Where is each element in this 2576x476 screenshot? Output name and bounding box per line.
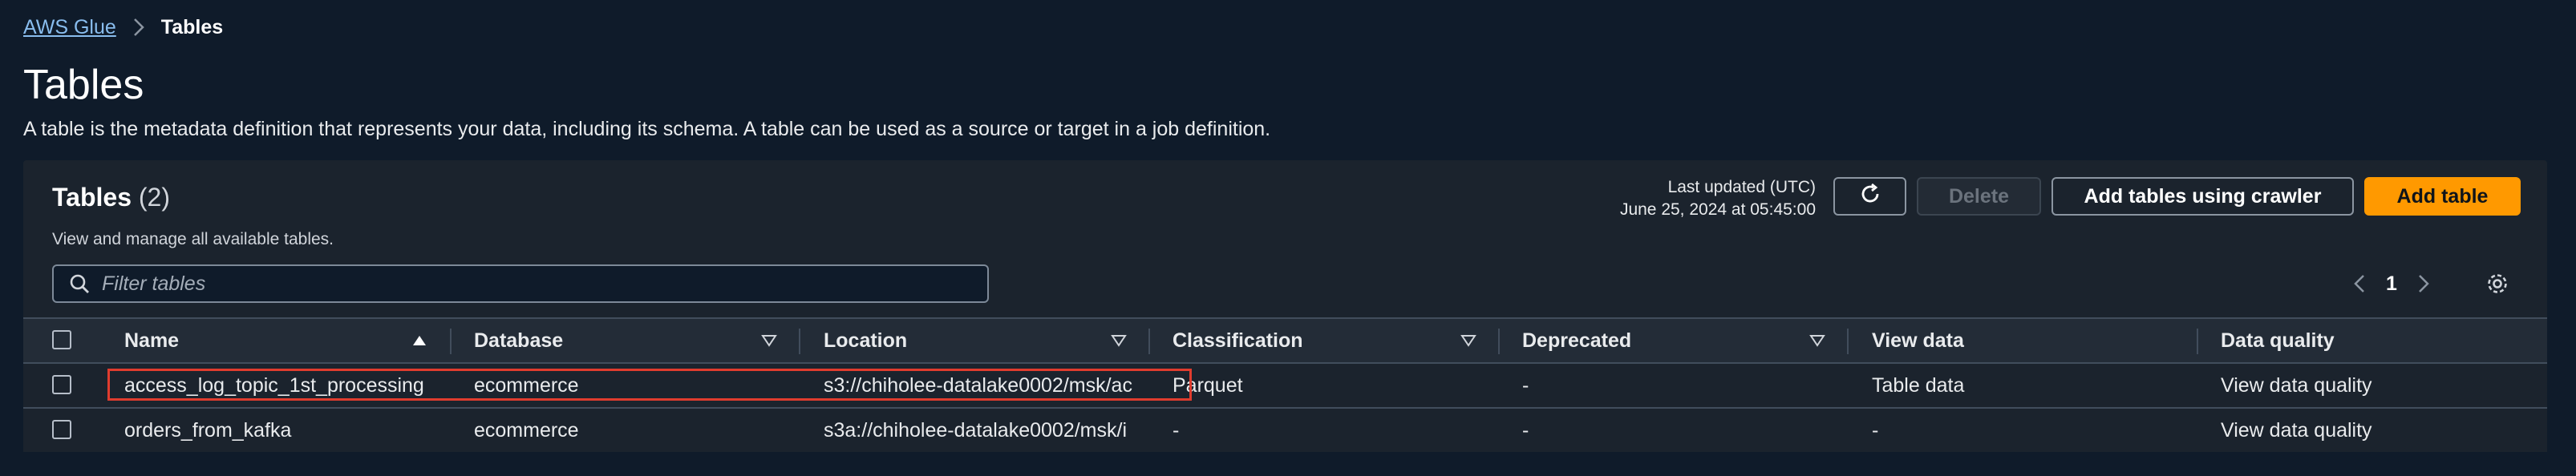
location-value: s3a://chiholee-datalake0002/msk/i (824, 418, 1128, 442)
add-tables-using-crawler-button[interactable]: Add tables using crawler (2051, 177, 2354, 216)
column-divider[interactable] (2197, 329, 2198, 354)
column-divider[interactable] (450, 329, 452, 354)
search-icon (63, 268, 95, 300)
database-link[interactable]: ecommerce (474, 409, 811, 452)
current-page-number[interactable]: 1 (2376, 272, 2408, 296)
classification-value: - (1173, 418, 1180, 442)
classification-value: Parquet (1173, 373, 1243, 397)
column-header-deprecated[interactable]: Deprecated (1522, 319, 1827, 362)
column-header-view-data: View data (1872, 329, 1964, 352)
view-data-value: - (1872, 418, 1879, 442)
filter-field (52, 264, 989, 303)
chevron-right-icon (123, 15, 155, 39)
sort-icon[interactable] (1460, 319, 1476, 362)
tables-grid: Name Database Location Classification De… (23, 317, 2547, 452)
select-all-checkbox[interactable] (52, 330, 71, 349)
row-checkbox[interactable] (52, 375, 71, 394)
table-data-link[interactable]: Table data (1872, 364, 2209, 407)
view-data-quality-link[interactable]: View data quality (2221, 364, 2542, 407)
refresh-button[interactable] (1833, 177, 1906, 216)
column-divider[interactable] (799, 329, 800, 354)
add-table-button[interactable]: Add table (2364, 177, 2521, 216)
breadcrumb-aws-glue-link[interactable]: AWS Glue (23, 16, 116, 39)
deprecated-value: - (1522, 418, 1529, 442)
delete-button[interactable]: Delete (1917, 177, 2041, 216)
view-data-quality-link[interactable]: View data quality (2221, 409, 2542, 452)
page-title: Tables (23, 62, 144, 108)
column-header-classification[interactable]: Classification (1173, 319, 1477, 362)
sort-icon[interactable] (1111, 319, 1127, 362)
column-header-data-quality: Data quality (2221, 329, 2335, 352)
column-header-name[interactable]: Name (124, 319, 429, 362)
table-row: orders_from_kafka ecommerce s3a://chihol… (23, 407, 2547, 452)
table-name-link[interactable]: access_log_topic_1st_processing (124, 364, 461, 407)
breadcrumb: AWS Glue Tables (23, 14, 223, 41)
deprecated-value: - (1522, 373, 1529, 397)
last-updated: Last updated (UTC) June 25, 2024 at 05:4… (1620, 176, 1816, 221)
table-count: (2) (138, 183, 170, 212)
gear-icon[interactable] (2481, 268, 2513, 300)
breadcrumb-current: Tables (160, 15, 224, 38)
sort-ascending-icon[interactable] (411, 319, 427, 362)
column-header-location[interactable]: Location (824, 319, 1128, 362)
column-divider[interactable] (1498, 329, 1500, 354)
panel-title: Tables (2) (52, 181, 170, 213)
panel-title-text: Tables (52, 183, 132, 212)
location-link[interactable]: s3://chiholee-datalake0002/msk/ac (824, 364, 1147, 407)
refresh-icon (1858, 182, 1882, 212)
panel-subtitle: View and manage all available tables. (52, 230, 334, 248)
column-header-database[interactable]: Database (474, 319, 779, 362)
pagination: 1 (2343, 264, 2440, 303)
table-name-link[interactable]: orders_from_kafka (124, 409, 461, 452)
column-divider[interactable] (1148, 329, 1150, 354)
row-checkbox[interactable] (52, 420, 71, 439)
table-row: access_log_topic_1st_processing ecommerc… (23, 362, 2547, 407)
sort-icon[interactable] (761, 319, 777, 362)
table-header-row: Name Database Location Classification De… (23, 317, 2547, 362)
database-link[interactable]: ecommerce (474, 364, 811, 407)
last-updated-label: Last updated (UTC) (1667, 178, 1816, 196)
tables-panel: Tables (2) View and manage all available… (23, 160, 2547, 452)
next-page-icon[interactable] (2408, 268, 2440, 300)
previous-page-icon[interactable] (2343, 268, 2376, 300)
column-divider[interactable] (1847, 329, 1849, 354)
sort-icon[interactable] (1809, 319, 1825, 362)
page-description: A table is the metadata definition that … (23, 118, 1271, 140)
filter-tables-input[interactable] (100, 271, 970, 296)
last-updated-value: June 25, 2024 at 05:45:00 (1619, 200, 1816, 219)
